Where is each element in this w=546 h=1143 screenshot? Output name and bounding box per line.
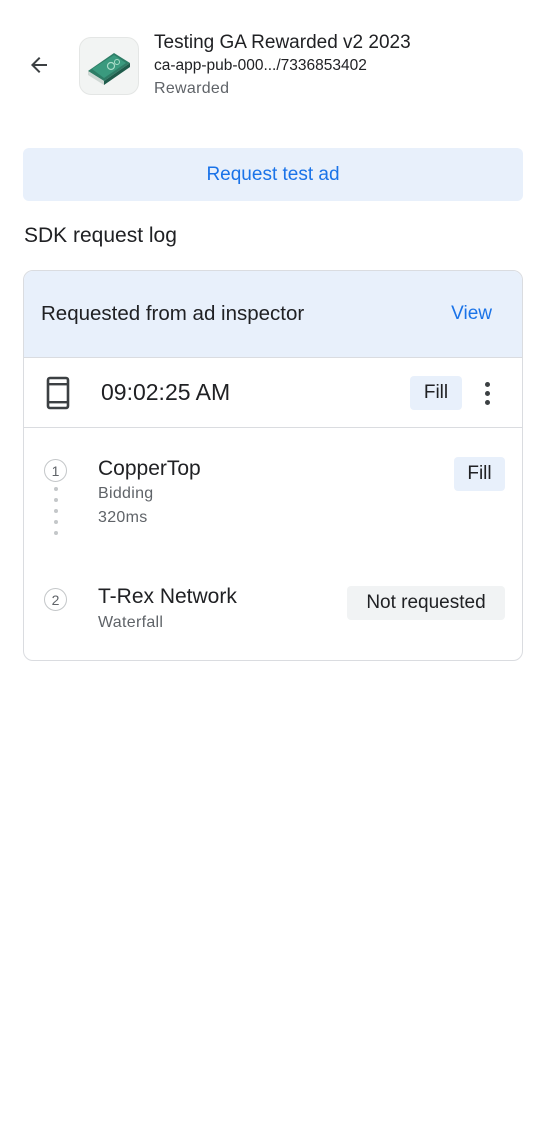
- network-item[interactable]: 2 T-Rex Network Waterfall Not requested: [24, 571, 522, 651]
- network-type: Bidding: [98, 485, 154, 502]
- request-time: 09:02:25 AM: [101, 379, 231, 405]
- ad-app-icon: [79, 37, 139, 95]
- arrow-back-icon: [31, 57, 47, 73]
- network-type: Waterfall: [98, 614, 164, 631]
- network-latency: 320ms: [98, 509, 148, 526]
- ad-unit-id: ca-app-pub-000.../7336853402: [154, 57, 367, 74]
- request-test-ad-button[interactable]: Request test ad: [23, 148, 523, 201]
- sdk-request-log-title: SDK request log: [24, 224, 177, 247]
- request-status-badge: Fill: [410, 376, 462, 410]
- network-item[interactable]: 1 CopperTop Bidding 320ms Fill: [24, 429, 522, 549]
- card-header: Requested from ad inspector View: [24, 271, 522, 358]
- ad-unit-title: Testing GA Rewarded v2 2023: [154, 32, 411, 53]
- network-name: T-Rex Network: [98, 585, 237, 608]
- card-title: Requested from ad inspector: [41, 302, 305, 325]
- network-index-badge: 1: [44, 459, 67, 482]
- ad-format: Rewarded: [154, 80, 230, 97]
- request-row[interactable]: 09:02:25 AM Fill: [24, 358, 522, 428]
- ad-inspector-screen: Testing GA Rewarded v2 2023 ca-app-pub-0…: [0, 0, 546, 1143]
- timeline-dots: [54, 487, 58, 535]
- phone-device-icon: [46, 376, 70, 410]
- request-log-card: Requested from ad inspector View 09:02:2…: [23, 270, 523, 661]
- network-index-badge: 2: [44, 588, 67, 611]
- view-link[interactable]: View: [451, 303, 492, 325]
- network-status-badge: Not requested: [347, 586, 505, 620]
- header: Testing GA Rewarded v2 2023 ca-app-pub-0…: [0, 0, 546, 110]
- back-button[interactable]: [20, 46, 58, 84]
- network-status-badge: Fill: [454, 457, 505, 491]
- more-vert-icon[interactable]: [476, 374, 498, 412]
- network-name: CopperTop: [98, 457, 201, 480]
